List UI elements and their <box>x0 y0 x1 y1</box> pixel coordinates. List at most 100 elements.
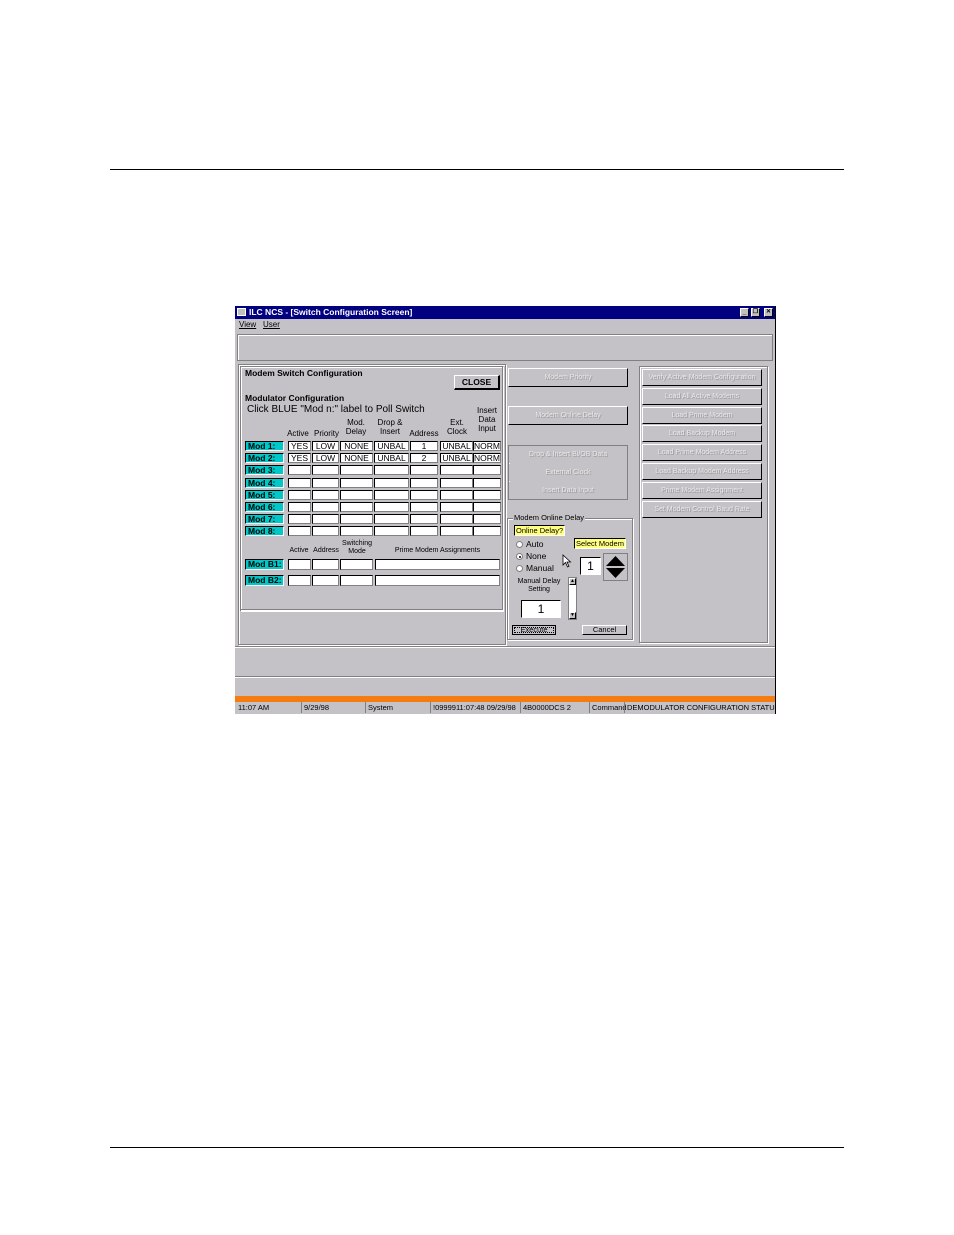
modem-online-delay-button[interactable]: Modem Online Delay <box>508 406 628 425</box>
mod-cell[interactable]: UNBAL <box>374 453 409 464</box>
mod-cell[interactable] <box>410 502 438 512</box>
mod-cell[interactable]: UNBAL <box>440 441 473 451</box>
drop-insert-button[interactable]: Drop & Insert Bi/OB Data <box>509 446 627 463</box>
action-button-1[interactable]: Verify Active Modem Configuration <box>642 369 762 386</box>
mod-cell[interactable] <box>410 514 438 525</box>
mod-cell[interactable] <box>288 514 311 525</box>
mod-cell[interactable]: NONE <box>340 453 373 464</box>
mod-cell[interactable]: NORM <box>473 453 501 464</box>
action-button-3[interactable]: Load Prime Modem <box>642 406 762 424</box>
manual-delay-scrollbar[interactable]: ▲ ▼ <box>568 577 577 620</box>
radio-none-indicator[interactable] <box>516 553 523 560</box>
scroll-up-icon[interactable]: ▲ <box>569 578 576 585</box>
mod-cell[interactable] <box>473 502 501 512</box>
mod-cell[interactable]: YES <box>288 441 311 451</box>
backup-mod-label-2[interactable]: Mod B2: <box>245 575 284 586</box>
mod-label-5[interactable]: Mod 5: <box>245 489 284 500</box>
mod-cell[interactable] <box>312 502 339 512</box>
backup-cell[interactable] <box>312 575 339 586</box>
backup-cell[interactable] <box>312 559 339 570</box>
mod-label-7[interactable]: Mod 7: <box>245 514 284 525</box>
radio-none[interactable]: None <box>516 551 546 561</box>
mod-cell[interactable] <box>374 465 409 476</box>
mod-cell[interactable] <box>340 489 373 500</box>
mod-cell[interactable] <box>410 489 438 500</box>
mod-cell[interactable] <box>410 526 438 537</box>
action-button-4[interactable]: Load Backup Modem <box>642 425 762 443</box>
mod-cell[interactable] <box>340 526 373 537</box>
mod-cell[interactable]: LOW <box>312 441 339 451</box>
mod-cell[interactable] <box>374 526 409 537</box>
mod-cell[interactable] <box>374 477 409 488</box>
menu-view[interactable]: View <box>239 319 256 330</box>
mod-cell[interactable]: UNBAL <box>440 453 473 464</box>
mod-cell[interactable] <box>410 477 438 488</box>
mod-cell[interactable] <box>473 465 501 476</box>
mod-cell[interactable]: UNBAL <box>374 441 409 451</box>
radio-auto[interactable]: Auto <box>516 539 544 549</box>
mod-cell[interactable] <box>473 514 501 525</box>
select-modem-input[interactable]: 1 <box>580 557 601 575</box>
modem-priority-button[interactable]: Modem Priority <box>508 368 628 387</box>
action-button-8[interactable]: Set Modem Control Baud Rate <box>642 500 762 518</box>
action-button-6[interactable]: Load Backup Modem Address <box>642 463 762 480</box>
mod-cell[interactable] <box>288 489 311 500</box>
mod-cell[interactable] <box>340 502 373 512</box>
backup-cell[interactable] <box>375 559 500 570</box>
title-bar[interactable]: ILC NCS - [Switch Configuration Screen] … <box>235 306 775 319</box>
backup-cell[interactable] <box>340 575 373 586</box>
backup-cell[interactable] <box>340 559 373 570</box>
mod-cell[interactable]: 1 <box>410 441 438 451</box>
menu-user[interactable]: User <box>263 319 280 330</box>
mod-cell[interactable] <box>473 477 501 488</box>
mod-cell[interactable]: YES <box>288 453 311 464</box>
mod-cell[interactable]: 2 <box>410 453 438 464</box>
restore-button[interactable]: ❐ <box>751 308 760 317</box>
backup-cell[interactable] <box>288 575 311 586</box>
mod-cell[interactable] <box>312 489 339 500</box>
mod-label-4[interactable]: Mod 4: <box>245 477 284 488</box>
mod-cell[interactable] <box>340 477 373 488</box>
backup-cell[interactable] <box>375 575 500 586</box>
spinner-arrows-icon[interactable] <box>604 554 627 580</box>
mod-label-6[interactable]: Mod 6: <box>245 502 284 512</box>
mod-cell[interactable] <box>410 465 438 476</box>
select-modem-spinner[interactable] <box>603 553 628 581</box>
mod-cell[interactable] <box>312 514 339 525</box>
mod-cell[interactable] <box>440 526 473 537</box>
cancel-button[interactable]: Cancel <box>582 625 627 635</box>
backup-cell[interactable] <box>288 559 311 570</box>
action-button-5[interactable]: Load Prime Modem Address <box>642 444 762 462</box>
radio-manual[interactable]: Manual <box>516 563 554 573</box>
mod-cell[interactable]: NONE <box>340 441 373 451</box>
mod-cell[interactable] <box>312 465 339 476</box>
mod-cell[interactable] <box>473 489 501 500</box>
close-window-button[interactable]: ✕ <box>764 308 773 317</box>
insert-data-input-button[interactable]: Insert Data Input <box>509 482 627 499</box>
mod-cell[interactable] <box>312 526 339 537</box>
minimize-button[interactable]: _ <box>740 308 749 317</box>
mod-cell[interactable] <box>440 502 473 512</box>
scroll-down-icon[interactable]: ▼ <box>569 612 576 619</box>
mod-cell[interactable] <box>288 477 311 488</box>
mod-cell[interactable] <box>288 465 311 476</box>
mod-cell[interactable] <box>312 477 339 488</box>
execute-button[interactable]: Execute <box>512 625 556 635</box>
mod-cell[interactable] <box>473 526 501 537</box>
mod-cell[interactable] <box>440 477 473 488</box>
mod-cell[interactable]: NORM <box>473 441 501 451</box>
mod-cell[interactable] <box>288 502 311 512</box>
mod-label-8[interactable]: Mod 8: <box>245 526 284 537</box>
mod-label-1[interactable]: Mod 1: <box>245 441 284 451</box>
mod-cell[interactable] <box>340 465 373 476</box>
external-clock-button[interactable]: External Clock <box>509 464 627 481</box>
mod-cell[interactable] <box>374 489 409 500</box>
mod-cell[interactable] <box>440 514 473 525</box>
radio-auto-indicator[interactable] <box>516 541 523 548</box>
mod-label-2[interactable]: Mod 2: <box>245 453 284 464</box>
mod-label-3[interactable]: Mod 3: <box>245 465 284 476</box>
backup-mod-label-1[interactable]: Mod B1: <box>245 559 284 570</box>
close-button[interactable]: CLOSE <box>454 375 500 390</box>
mod-cell[interactable] <box>288 526 311 537</box>
manual-delay-input[interactable]: 1 <box>521 600 561 618</box>
